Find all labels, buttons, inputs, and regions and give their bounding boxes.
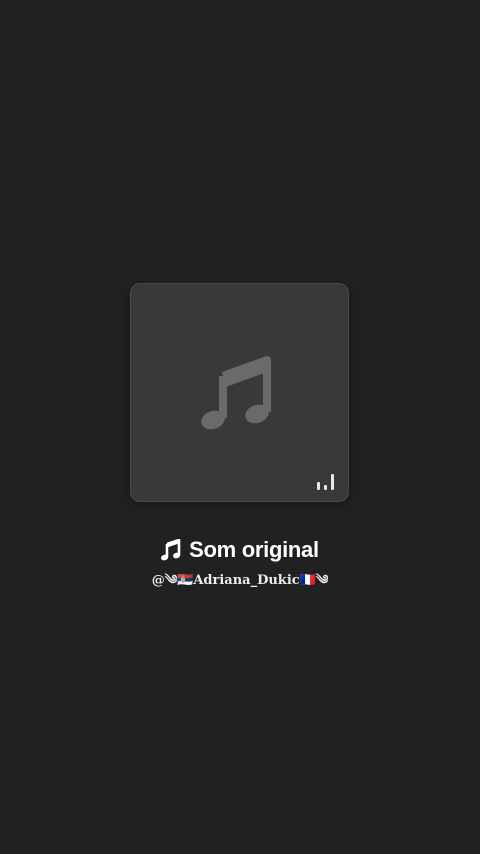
sound-title-row: Som original [0, 534, 480, 566]
sound-cover[interactable] [130, 283, 349, 502]
sound-author[interactable]: @༄🇷🇸𝐀𝐝𝐫𝐢𝐚𝐧𝐚_𝐃𝐮𝐤𝐢𝐜🇫🇷༄ [0, 570, 480, 592]
sound-title: Som original [189, 537, 319, 562]
sound-page: Som original @༄🇷🇸𝐀𝐝𝐫𝐢𝐚𝐧𝐚_𝐃𝐮𝐤𝐢𝐜🇫🇷༄ [0, 0, 480, 854]
music-note-icon [161, 539, 181, 561]
music-note-icon [201, 356, 271, 430]
audio-bars-icon [317, 474, 334, 490]
